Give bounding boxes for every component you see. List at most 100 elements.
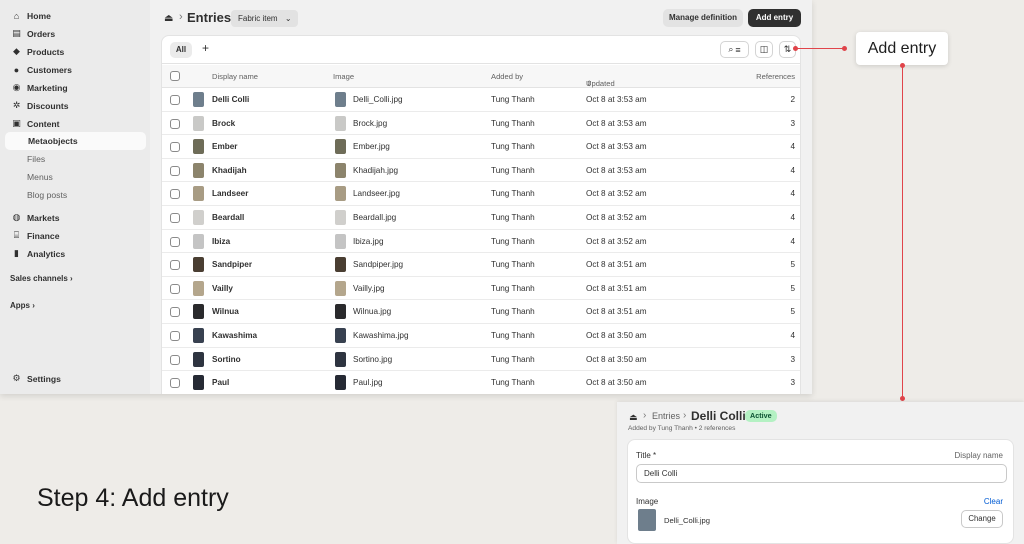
table-row[interactable]: Khadijah Khadijah.jpg Tung Thanh Oct 8 at 3… <box>162 159 800 183</box>
table-row[interactable]: Landseer Landseer.jpg Tung Thanh Oct 8 at 3… <box>162 182 800 206</box>
title-field[interactable]: Delli Colli <box>636 464 1007 483</box>
entry-name[interactable]: Delli Colli <box>212 95 249 104</box>
entry-name[interactable]: Vailly <box>212 284 233 293</box>
table-row[interactable]: Paul Paul.jpg Tung Thanh Oct 8 at 3:50 am 3 <box>162 371 800 394</box>
sidebar-item-files[interactable]: Files <box>0 150 150 168</box>
sidebar-item-settings[interactable]: ⚙ Settings <box>0 370 150 388</box>
title-field-label: Title * <box>636 451 657 460</box>
col-added-by[interactable]: Added by <box>491 72 523 81</box>
status-badge: Active <box>745 410 777 422</box>
col-display-name[interactable]: Display name <box>212 72 258 81</box>
sidebar-item-markets[interactable]: ◍ Markets <box>0 209 150 227</box>
entry-name[interactable]: Landseer <box>212 189 248 198</box>
title-field-hint: Display name <box>954 451 1003 460</box>
updated-time: Oct 8 at 3:51 am <box>586 307 647 317</box>
row-checkbox[interactable] <box>170 118 180 129</box>
sidebar-apps[interactable]: Apps › <box>0 296 150 314</box>
sidebar-item-orders[interactable]: ▤ Orders <box>0 25 150 43</box>
table-row[interactable]: Kawashima Kawashima.jpg Tung Thanh Oct 8 at… <box>162 324 800 348</box>
entry-name[interactable]: Paul <box>212 378 229 387</box>
table-row[interactable]: Sortino Sortino.jpg Tung Thanh Oct 8 at 3:5… <box>162 348 800 372</box>
sidebar-item-content[interactable]: ▣ Content <box>0 115 150 133</box>
entry-name[interactable]: Sandpiper <box>212 260 252 269</box>
home-icon: ⌂ <box>13 10 20 21</box>
sidebar-item-menus[interactable]: Menus <box>0 168 150 186</box>
table-row[interactable]: Brock Brock.jpg Tung Thanh Oct 8 at 3:53 am… <box>162 112 800 136</box>
chevron-down-icon: ⌄ <box>284 14 292 23</box>
change-image-button[interactable]: Change <box>961 510 1003 528</box>
entry-thumbnail <box>193 210 204 225</box>
table-row[interactable]: Delli Colli Delli_Colli.jpg Tung Thanh Oct … <box>162 88 800 112</box>
breadcrumb-entries[interactable]: Entries <box>652 411 680 421</box>
image-filename: Kawashima.jpg <box>353 331 409 340</box>
reference-count: 3 <box>790 118 795 128</box>
row-checkbox[interactable] <box>170 354 180 365</box>
row-checkbox[interactable] <box>170 236 180 247</box>
columns-button[interactable]: ◫ <box>755 41 773 58</box>
globe-icon: ◍ <box>12 212 21 222</box>
row-checkbox[interactable] <box>170 378 180 389</box>
col-image[interactable]: Image <box>333 72 354 81</box>
added-by: Tung Thanh <box>491 354 535 364</box>
table-row[interactable]: Wilnua Wilnua.jpg Tung Thanh Oct 8 at 3:51 … <box>162 300 800 324</box>
sidebar-item-home[interactable]: ⌂ Home <box>0 7 150 25</box>
reference-count: 5 <box>790 307 795 317</box>
sidebar-item-customers[interactable]: ● Customers <box>0 61 150 79</box>
sidebar-item-discounts[interactable]: ✲ Discounts <box>0 97 150 115</box>
table-row[interactable]: Ember Ember.jpg Tung Thanh Oct 8 at 3:53 am… <box>162 135 800 159</box>
row-checkbox[interactable] <box>170 283 180 294</box>
reference-count: 3 <box>790 378 795 388</box>
type-selector[interactable]: Fabric item ⌄ <box>231 10 298 27</box>
entry-name[interactable]: Khadijah <box>212 166 247 175</box>
sidebar-item-analytics[interactable]: ▮ Analytics <box>0 245 150 263</box>
entry-name[interactable]: Beardall <box>212 213 244 222</box>
entry-name[interactable]: Brock <box>212 119 235 128</box>
image-thumbnail <box>335 233 346 249</box>
entry-name[interactable]: Sortino <box>212 355 241 364</box>
entry-name[interactable]: Wilnua <box>212 307 239 316</box>
sidebar-item-metaobjects[interactable]: Metaobjects <box>5 132 146 150</box>
entry-name[interactable]: Ibiza <box>212 237 230 246</box>
entry-name[interactable]: Kawashima <box>212 331 257 340</box>
orders-icon: ▤ <box>12 28 21 38</box>
image-thumbnail <box>335 351 346 367</box>
row-checkbox[interactable] <box>170 260 180 271</box>
added-by: Tung Thanh <box>491 378 535 388</box>
clear-image-link[interactable]: Clear <box>984 497 1003 506</box>
added-by: Tung Thanh <box>491 331 535 340</box>
sidebar-item-marketing[interactable]: ◉ Marketing <box>0 79 150 97</box>
updated-time: Oct 8 at 3:50 am <box>586 331 647 340</box>
search-icon: ⌕ <box>728 44 734 54</box>
row-checkbox[interactable] <box>170 331 180 341</box>
table-row[interactable]: Ibiza Ibiza.jpg Tung Thanh Oct 8 at 3:52 am… <box>162 230 800 254</box>
metaobject-icon: ⏏ <box>629 412 638 422</box>
entry-fields-card: Title * Display name Delli Colli Image C… <box>627 439 1014 544</box>
table-row[interactable]: Vailly Vailly.jpg Tung Thanh Oct 8 at 3:51 … <box>162 277 800 301</box>
table-row[interactable]: Sandpiper Sandpiper.jpg Tung Thanh Oct 8 at… <box>162 253 800 277</box>
row-checkbox[interactable] <box>170 213 180 223</box>
tab-all[interactable]: All <box>170 42 192 58</box>
add-entry-button[interactable]: Add entry <box>748 9 801 27</box>
sidebar-sales-channels[interactable]: Sales channels › <box>0 269 150 287</box>
col-references[interactable]: References <box>756 72 795 81</box>
sidebar-item-products[interactable]: ◆ Products <box>0 43 150 61</box>
image-filename: Beardall.jpg <box>353 213 397 222</box>
image-filename: Ember.jpg <box>353 142 390 152</box>
row-checkbox[interactable] <box>170 142 180 153</box>
row-checkbox[interactable] <box>170 307 180 318</box>
row-checkbox[interactable] <box>170 189 180 200</box>
sidebar-item-finance[interactable]: ⌸ Finance <box>0 227 150 245</box>
person-icon: ● <box>13 64 20 75</box>
row-checkbox[interactable] <box>170 165 180 176</box>
entry-name[interactable]: Ember <box>212 142 237 151</box>
table-row[interactable]: Beardall Beardall.jpg Tung Thanh Oct 8 at 3… <box>162 206 800 230</box>
manage-definition-button[interactable]: Manage definition <box>663 9 743 27</box>
search-filter-button[interactable]: ⌕ ≡ <box>720 41 749 58</box>
image-thumbnail <box>335 162 346 178</box>
image-thumbnail <box>335 304 346 320</box>
row-checkbox[interactable] <box>170 95 180 105</box>
added-by: Tung Thanh <box>491 95 535 104</box>
select-all-checkbox[interactable] <box>170 71 180 81</box>
add-view-button[interactable]: + <box>202 41 209 55</box>
sidebar-item-blog-posts[interactable]: Blog posts <box>0 186 150 204</box>
